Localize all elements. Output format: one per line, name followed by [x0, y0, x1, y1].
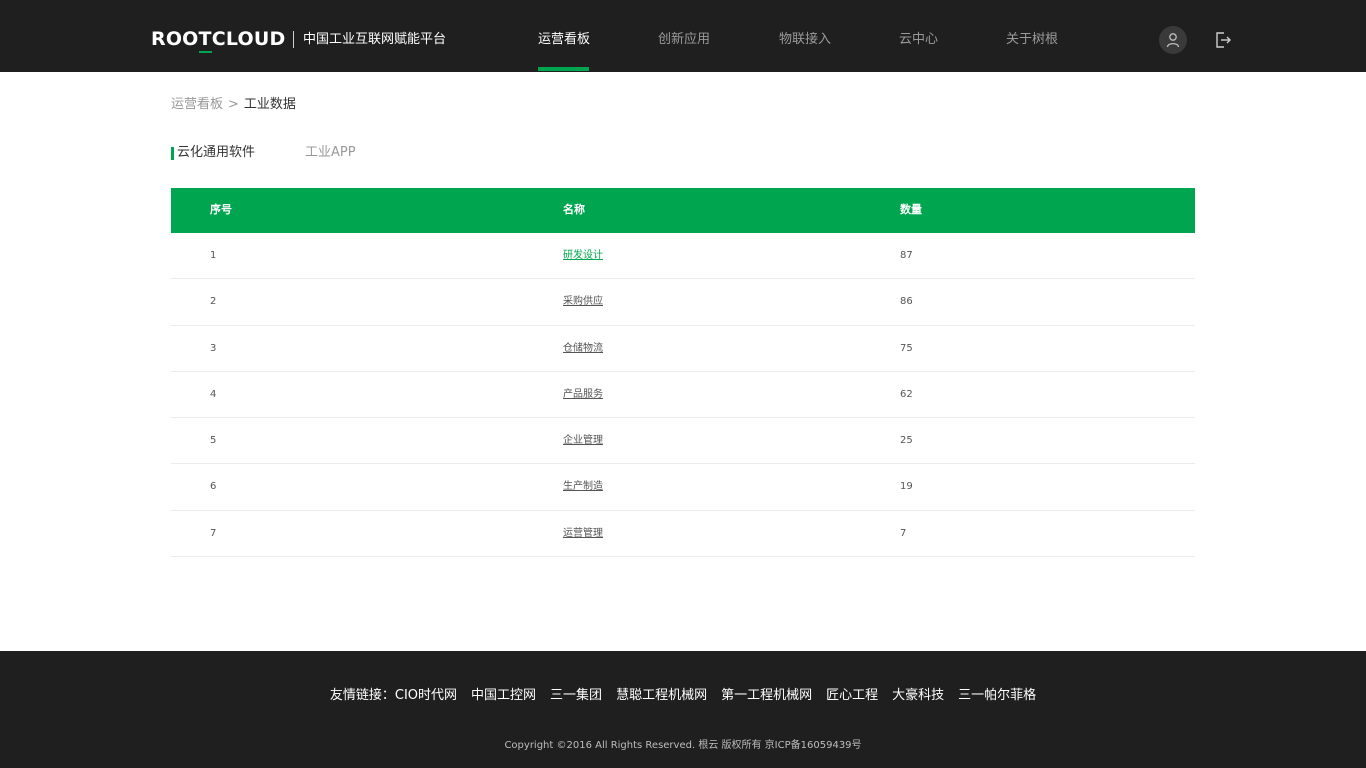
row-name-link[interactable]: 企业管理 [563, 435, 603, 446]
row-quantity: 62 [900, 388, 913, 400]
friend-link[interactable]: 三一帕尔菲格 [958, 688, 1036, 703]
logo-divider [293, 31, 294, 48]
row-name-link[interactable]: 采购供应 [563, 296, 603, 307]
row-name-cell: 生产制造 [563, 479, 603, 495]
breadcrumb: 运营看板 > 工业数据 [171, 96, 296, 114]
table-row: 3 仓储物流 75 [171, 326, 1195, 372]
friend-links: 友情链接：CIO时代网 中国工控网 三一集团 慧聪工程机械网 第一工程机械网 匠心工程 大豪… [0, 687, 1366, 705]
friend-links-label: 友情链接： [329, 688, 395, 703]
logo-text-part: CLOUD [211, 28, 286, 50]
row-name-link[interactable]: 研发设计 [563, 250, 603, 261]
active-tab-marker [171, 147, 174, 160]
breadcrumb-separator: > [228, 97, 239, 112]
platform-name: 中国工业互联网赋能平台 [303, 32, 447, 47]
row-quantity: 7 [900, 527, 907, 539]
logout-icon [1216, 32, 1231, 48]
row-name-link[interactable]: 运营管理 [563, 528, 603, 539]
tab-industrial-app[interactable]: 工业APP [305, 144, 356, 162]
friend-link[interactable]: 慧聪工程机械网 [616, 688, 707, 703]
row-index: 6 [210, 481, 217, 493]
row-index: 2 [210, 296, 217, 308]
table-row: 4 产品服务 62 [171, 372, 1195, 419]
data-table: 序号 名称 数量 1 研发设计 87 2 采购供应 86 3 仓储物流 75 4 产品服务 62 5 企业… [171, 188, 1195, 558]
top-header: ROOTCLOUD 中国工业互联网赋能平台 运营看板 创新应用 物联接入 云中心… [0, 0, 1366, 72]
table-row: 1 研发设计 87 [171, 233, 1195, 280]
table-row: 6 生产制造 19 [171, 464, 1195, 511]
row-index: 1 [210, 250, 217, 261]
table-header: 序号 名称 数量 [171, 188, 1195, 233]
logout-button[interactable] [1213, 30, 1233, 50]
user-icon [1166, 33, 1180, 48]
nav-active-indicator [538, 67, 589, 71]
logo-text-part: ROO [151, 28, 199, 50]
nav-item-cloud-center[interactable]: 云中心 [899, 31, 938, 49]
logo-text-part: T [198, 28, 212, 53]
page-footer: 友情链接：CIO时代网 中国工控网 三一集团 慧聪工程机械网 第一工程机械网 匠心工程 大豪… [0, 651, 1366, 768]
row-index: 7 [210, 527, 217, 539]
row-name-cell: 研发设计 [563, 248, 603, 264]
row-name-link[interactable]: 仓储物流 [563, 343, 603, 354]
user-avatar-button[interactable] [1159, 26, 1187, 54]
table-body: 1 研发设计 87 2 采购供应 86 3 仓储物流 75 4 产品服务 62 5 企业管理 25 6 生产制造… [171, 233, 1195, 558]
row-quantity: 25 [900, 435, 913, 447]
tab-cloud-software[interactable]: 云化通用软件 [177, 144, 255, 162]
row-name-link[interactable]: 生产制造 [563, 481, 603, 492]
table-row: 7 运营管理 7 [171, 511, 1195, 558]
rootcloud-logo[interactable]: ROOTCLOUD [151, 28, 286, 53]
row-index: 3 [210, 342, 217, 354]
row-index: 5 [210, 435, 217, 447]
friend-link[interactable]: 三一集团 [550, 688, 602, 703]
row-name-cell: 运营管理 [563, 526, 603, 542]
copyright-text: Copyright ©2016 All Rights Reserved. 根云 … [504, 740, 862, 751]
nav-item-dashboard[interactable]: 运营看板 [538, 31, 590, 49]
table-row: 2 采购供应 86 [171, 279, 1195, 326]
row-name-cell: 企业管理 [563, 433, 603, 449]
row-name-cell: 产品服务 [563, 387, 603, 403]
table-row: 5 企业管理 25 [171, 418, 1195, 465]
row-name-cell: 仓储物流 [563, 341, 603, 357]
row-quantity: 86 [900, 296, 913, 308]
row-index: 4 [210, 388, 217, 400]
row-quantity: 87 [900, 250, 913, 261]
friend-link[interactable]: 匠心工程 [826, 688, 878, 703]
column-header-quantity: 数量 [900, 203, 922, 216]
row-name-link[interactable]: 产品服务 [563, 389, 603, 400]
breadcrumb-parent[interactable]: 运营看板 [171, 97, 223, 112]
friend-link[interactable]: CIO时代网 [395, 688, 457, 703]
friend-link[interactable]: 第一工程机械网 [721, 688, 812, 703]
nav-item-iot-access[interactable]: 物联接入 [779, 31, 831, 49]
nav-item-innovation-apps[interactable]: 创新应用 [658, 31, 710, 49]
row-quantity: 19 [900, 481, 913, 493]
friend-link[interactable]: 中国工控网 [471, 688, 536, 703]
column-header-name: 名称 [563, 203, 585, 216]
row-quantity: 75 [900, 342, 913, 354]
breadcrumb-current: 工业数据 [243, 97, 296, 112]
nav-item-about[interactable]: 关于树根 [1006, 31, 1058, 49]
row-name-cell: 采购供应 [563, 294, 603, 310]
column-header-index: 序号 [210, 203, 232, 216]
friend-link[interactable]: 大豪科技 [892, 688, 944, 703]
